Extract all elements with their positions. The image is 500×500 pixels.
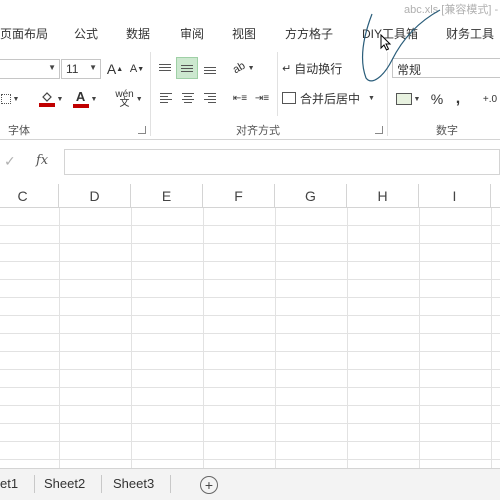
fill-color-button[interactable]: ▼	[36, 88, 66, 110]
tab-page-layout[interactable]: 页面布局	[0, 25, 48, 42]
text-orientation-icon: ab	[231, 59, 248, 77]
chevron-down-icon: ▼	[48, 63, 56, 72]
alignment-group-label: 对齐方式	[236, 125, 280, 137]
tab-fangfang-gezi[interactable]: 方方格子	[285, 25, 333, 42]
font-name-combo[interactable]: ▼	[0, 59, 60, 79]
decrease-indent-button[interactable]: ⇤≡	[230, 88, 250, 108]
chevron-down-icon: ▼	[89, 63, 97, 72]
phonetic-icon: wén 文	[115, 89, 134, 109]
alignment-dialog-launcher[interactable]	[375, 126, 383, 134]
insert-function-button[interactable]: fx	[36, 153, 48, 168]
number-group-label: 数字	[436, 125, 458, 137]
percent-button[interactable]: %	[428, 88, 446, 110]
merge-cells-icon	[282, 92, 296, 104]
column-headers: C D E F G H I	[0, 184, 500, 208]
sheet-tab-2[interactable]: Sheet2	[44, 469, 85, 497]
merge-center-button[interactable]: 合并后居中 ▼	[282, 88, 382, 108]
border-icon	[0, 94, 11, 104]
shrink-font-label: A	[129, 63, 138, 75]
formula-input[interactable]	[64, 149, 500, 175]
tab-formulas[interactable]: 公式	[74, 25, 98, 42]
align-left-button[interactable]	[156, 88, 176, 108]
shrink-font-button[interactable]: A ▼	[126, 59, 148, 79]
tab-review[interactable]: 审阅	[180, 25, 204, 42]
ribbon-tabs: 页面布局 公式 数据 审阅 视图 方方格子 DIY工具箱 财务工具	[0, 18, 500, 48]
column-header-e[interactable]: E	[131, 184, 203, 208]
font-dialog-launcher[interactable]	[138, 126, 146, 134]
wrap-text-label: 自动换行	[294, 61, 343, 76]
title-bar: abc.xls [兼容模式] - E	[0, 0, 500, 18]
column-header-c[interactable]: C	[0, 184, 59, 208]
align-right-button[interactable]	[200, 88, 220, 108]
grow-font-label: A	[106, 61, 117, 77]
enter-check-icon[interactable]: ✓	[4, 153, 16, 170]
currency-icon	[395, 93, 412, 105]
increase-indent-icon: ⇥≡	[254, 92, 270, 104]
column-header-i[interactable]: I	[419, 184, 491, 208]
wrap-text-button[interactable]: ↵ 自动换行	[282, 58, 354, 78]
group-separator	[150, 52, 151, 136]
sheet-tab-bar: et1 Sheet2 Sheet3 +	[0, 468, 500, 500]
orientation-button[interactable]: ab ▼	[228, 58, 260, 78]
align-bottom-icon	[204, 65, 216, 76]
sheet-tab-3[interactable]: Sheet3	[113, 469, 154, 497]
column-header-f[interactable]: F	[203, 184, 275, 208]
column-header-h[interactable]: H	[347, 184, 419, 208]
font-color-button[interactable]: A ▼	[70, 88, 100, 110]
align-middle-button[interactable]	[176, 57, 198, 79]
currency-button[interactable]: ▼	[392, 88, 424, 110]
font-group-label: 字体	[8, 125, 30, 137]
merge-center-label: 合并后居中	[300, 91, 361, 106]
align-center-icon	[182, 91, 194, 105]
mouse-pointer-icon	[380, 34, 392, 51]
tab-view[interactable]: 视图	[232, 25, 256, 42]
group-separator	[387, 52, 388, 136]
decrease-indent-icon: ⇤≡	[232, 92, 248, 104]
sheet-separator	[101, 475, 102, 493]
align-middle-icon	[181, 63, 193, 74]
add-sheet-icon[interactable]: +	[200, 476, 218, 494]
number-format-value: 常规	[397, 63, 422, 77]
grow-font-button[interactable]: A ▲	[104, 59, 126, 79]
align-top-icon	[159, 62, 171, 73]
sheet-tab-1[interactable]: et1	[0, 469, 18, 497]
sheet-separator	[170, 475, 171, 493]
align-bottom-button[interactable]	[200, 60, 220, 80]
increase-indent-button[interactable]: ⇥≡	[252, 88, 272, 108]
number-format-combo[interactable]: 常规	[392, 58, 500, 78]
align-center-button[interactable]	[178, 88, 198, 108]
tab-finance-tools[interactable]: 财务工具	[446, 25, 494, 42]
ribbon: ▼ 11 ▼ A ▲ A ▼ ▼ ▼ A ▼ wén 文 ▼ 字体 ab ▼ ⇤…	[0, 48, 500, 140]
tab-data[interactable]: 数据	[126, 25, 150, 42]
column-header-g[interactable]: G	[275, 184, 347, 208]
font-color-icon: A	[72, 90, 89, 108]
column-header-d[interactable]: D	[59, 184, 131, 208]
align-right-icon	[204, 91, 216, 105]
comma-label: ,	[455, 90, 461, 107]
borders-button[interactable]: ▼	[0, 88, 22, 110]
formula-buttons: ✓ fx	[0, 151, 62, 173]
window-title: abc.xls [兼容模式] - E	[404, 4, 500, 16]
formula-bar: ✓ fx	[0, 145, 500, 179]
increase-decimal-label: +.0	[482, 93, 498, 105]
sheet-separator	[34, 475, 35, 493]
group-separator	[277, 52, 278, 116]
comma-style-button[interactable]: ,	[450, 88, 466, 110]
font-size-combo[interactable]: 11 ▼	[61, 59, 101, 79]
align-left-icon	[160, 91, 172, 105]
align-top-button[interactable]	[155, 57, 175, 77]
phonetic-button[interactable]: wén 文 ▼	[112, 88, 146, 110]
cell-grid[interactable]	[0, 208, 500, 468]
percent-label: %	[430, 91, 444, 107]
wrap-text-icon: ↵	[282, 62, 292, 75]
increase-decimal-button[interactable]: +.0	[478, 88, 500, 110]
paint-bucket-icon	[38, 91, 55, 107]
font-size-value: 11	[66, 62, 79, 76]
